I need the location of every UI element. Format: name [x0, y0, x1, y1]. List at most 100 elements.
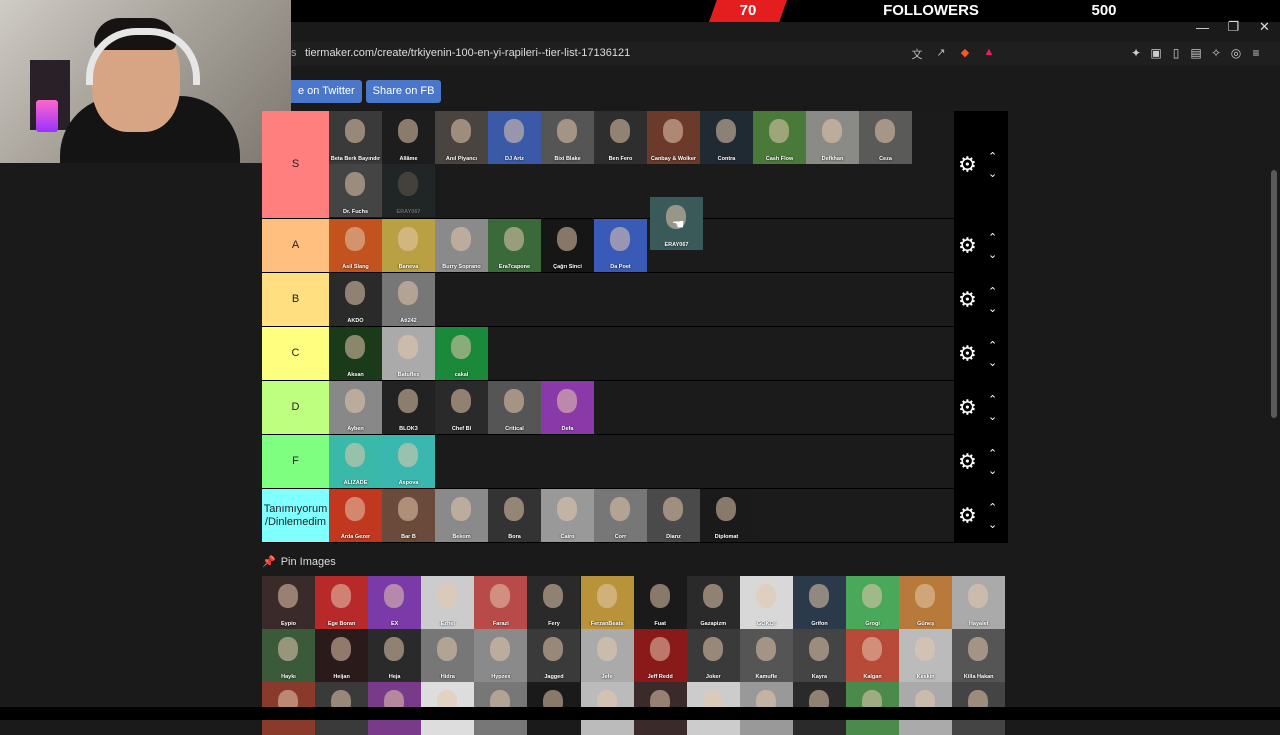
- gear-icon[interactable]: ⚙: [958, 152, 977, 177]
- image-card[interactable]: Cairo: [541, 489, 594, 542]
- close-icon[interactable]: ✕: [1249, 19, 1280, 35]
- image-card[interactable]: Beta Berk Bayındır: [329, 111, 382, 164]
- image-card[interactable]: Aspova: [382, 435, 435, 488]
- image-card[interactable]: Dr. Fuchs: [329, 164, 382, 217]
- image-card[interactable]: Asil Slang: [329, 219, 382, 272]
- tier-label[interactable]: S: [262, 111, 329, 218]
- image-card[interactable]: BLOK3: [382, 381, 435, 434]
- scrollbar-thumb[interactable]: [1271, 170, 1277, 418]
- image-card[interactable]: Da Poet: [594, 219, 647, 272]
- image-card[interactable]: Chef Bl: [435, 381, 488, 434]
- minimize-icon[interactable]: —: [1187, 20, 1218, 35]
- image-card[interactable]: Kayra: [792, 629, 846, 682]
- image-card[interactable]: Heijan: [315, 629, 369, 682]
- image-card[interactable]: Bar B: [382, 489, 435, 542]
- restore-icon[interactable]: ❐: [1218, 19, 1249, 35]
- gear-icon[interactable]: ⚙: [958, 503, 977, 528]
- brave-shield-icon[interactable]: ◆: [957, 46, 973, 62]
- image-card[interactable]: Ben Fero: [594, 111, 647, 164]
- brave-rewards-icon[interactable]: ▲: [981, 46, 997, 62]
- image-card[interactable]: Hayalet: [952, 576, 1006, 629]
- image-card[interactable]: Jagged: [527, 629, 581, 682]
- image-card[interactable]: Dianz: [647, 489, 700, 542]
- image-card[interactable]: Keskin: [899, 629, 953, 682]
- image-card[interactable]: Defa: [541, 381, 594, 434]
- image-card[interactable]: DJ Artz: [488, 111, 541, 164]
- share-twitter-button[interactable]: e on Twitter: [291, 80, 362, 103]
- image-card[interactable]: cakal: [435, 327, 488, 380]
- image-card[interactable]: Burry Soprano: [435, 219, 488, 272]
- gear-icon[interactable]: ⚙: [958, 449, 977, 474]
- image-card[interactable]: Corr: [594, 489, 647, 542]
- image-card[interactable]: Contra: [700, 111, 753, 164]
- tier-label[interactable]: Tanımıyorum /Dinlemedim: [262, 489, 329, 542]
- image-card[interactable]: Ezhel: [421, 576, 475, 629]
- image-card[interactable]: Critical: [488, 381, 541, 434]
- wallet-icon[interactable]: ▤: [1189, 46, 1203, 60]
- translate-icon[interactable]: 文: [909, 46, 925, 62]
- image-card[interactable]: Hidra: [421, 629, 475, 682]
- share-facebook-button[interactable]: Share on FB: [365, 80, 442, 103]
- move-up-icon[interactable]: ⌃: [988, 501, 997, 514]
- move-up-icon[interactable]: ⌃: [988, 150, 997, 163]
- image-card[interactable]: Çağrı Sinci: [541, 219, 594, 272]
- image-card[interactable]: Ati242: [382, 273, 435, 326]
- tier-label[interactable]: C: [262, 327, 329, 380]
- move-up-icon[interactable]: ⌃: [988, 447, 997, 460]
- move-down-icon[interactable]: ⌄: [988, 464, 997, 477]
- image-card[interactable]: Fuat: [633, 576, 687, 629]
- move-down-icon[interactable]: ⌄: [988, 518, 997, 531]
- tier-items[interactable]: Ayben BLOK3 Chef Bl Critical Defa: [329, 381, 954, 434]
- image-card[interactable]: Arda Gezer: [329, 489, 382, 542]
- image-card[interactable]: Grifon: [792, 576, 846, 629]
- image-card[interactable]: ALIZADE: [329, 435, 382, 488]
- tier-items[interactable]: Asil Slang Baneva Burry Soprano Era7capone Ç…: [329, 219, 954, 272]
- image-card[interactable]: Kalgan: [846, 629, 900, 682]
- menu-icon[interactable]: ≡: [1249, 46, 1263, 60]
- move-up-icon[interactable]: ⌃: [988, 285, 997, 298]
- image-card[interactable]: Farazi: [474, 576, 528, 629]
- image-card[interactable]: EX: [368, 576, 422, 629]
- image-card[interactable]: Ege Boran: [315, 576, 369, 629]
- image-card[interactable]: Killa Hakan: [952, 629, 1006, 682]
- image-card[interactable]: Aksan: [329, 327, 382, 380]
- tier-label[interactable]: D: [262, 381, 329, 434]
- move-up-icon[interactable]: ⌃: [988, 231, 997, 244]
- image-card[interactable]: Bekom: [435, 489, 488, 542]
- image-card[interactable]: Cash Flow: [753, 111, 806, 164]
- move-down-icon[interactable]: ⌄: [988, 248, 997, 261]
- image-card[interactable]: Anıl Piyancı: [435, 111, 488, 164]
- image-card[interactable]: ERAY067: [382, 164, 435, 217]
- gear-icon[interactable]: ⚙: [958, 395, 977, 420]
- image-card[interactable]: Allâme: [382, 111, 435, 164]
- image-card[interactable]: Ceza: [859, 111, 912, 164]
- address-bar[interactable]: s tiermaker.com/create/trkiyenin-100-en-…: [291, 42, 1280, 66]
- tier-items[interactable]: Aksan Batuflex cakal: [329, 327, 954, 380]
- image-card[interactable]: Kamufle: [739, 629, 793, 682]
- tab-icon[interactable]: ▣: [1149, 46, 1163, 60]
- image-card[interactable]: Jefe: [580, 629, 634, 682]
- gear-icon[interactable]: ⚙: [958, 233, 977, 258]
- share-icon[interactable]: ↗: [933, 46, 949, 62]
- image-card[interactable]: Diplomat: [700, 489, 753, 542]
- image-card[interactable]: Batuflex: [382, 327, 435, 380]
- tier-items[interactable]: AKDO Ati242: [329, 273, 954, 326]
- image-card[interactable]: Baneva: [382, 219, 435, 272]
- image-card[interactable]: Güneş: [899, 576, 953, 629]
- gear-icon[interactable]: ⚙: [958, 287, 977, 312]
- image-card[interactable]: Era7capone: [488, 219, 541, 272]
- image-card[interactable]: FerzanBeats: [580, 576, 634, 629]
- leo-icon[interactable]: ✧: [1209, 46, 1223, 60]
- move-down-icon[interactable]: ⌄: [988, 410, 997, 423]
- image-card[interactable]: Eypio: [262, 576, 315, 629]
- vpn-icon[interactable]: ◎: [1229, 46, 1243, 60]
- extensions-icon[interactable]: ✦: [1129, 46, 1143, 60]
- image-card[interactable]: Haykı: [262, 629, 315, 682]
- image-card[interactable]: Ayben: [329, 381, 382, 434]
- url-text[interactable]: tiermaker.com/create/trkiyenin-100-en-yi…: [305, 47, 630, 59]
- image-card[interactable]: AKDO: [329, 273, 382, 326]
- move-down-icon[interactable]: ⌄: [988, 167, 997, 180]
- image-card[interactable]: Jeff Redd: [633, 629, 687, 682]
- image-card[interactable]: GOKO!: [739, 576, 793, 629]
- image-card[interactable]: Defkhan: [806, 111, 859, 164]
